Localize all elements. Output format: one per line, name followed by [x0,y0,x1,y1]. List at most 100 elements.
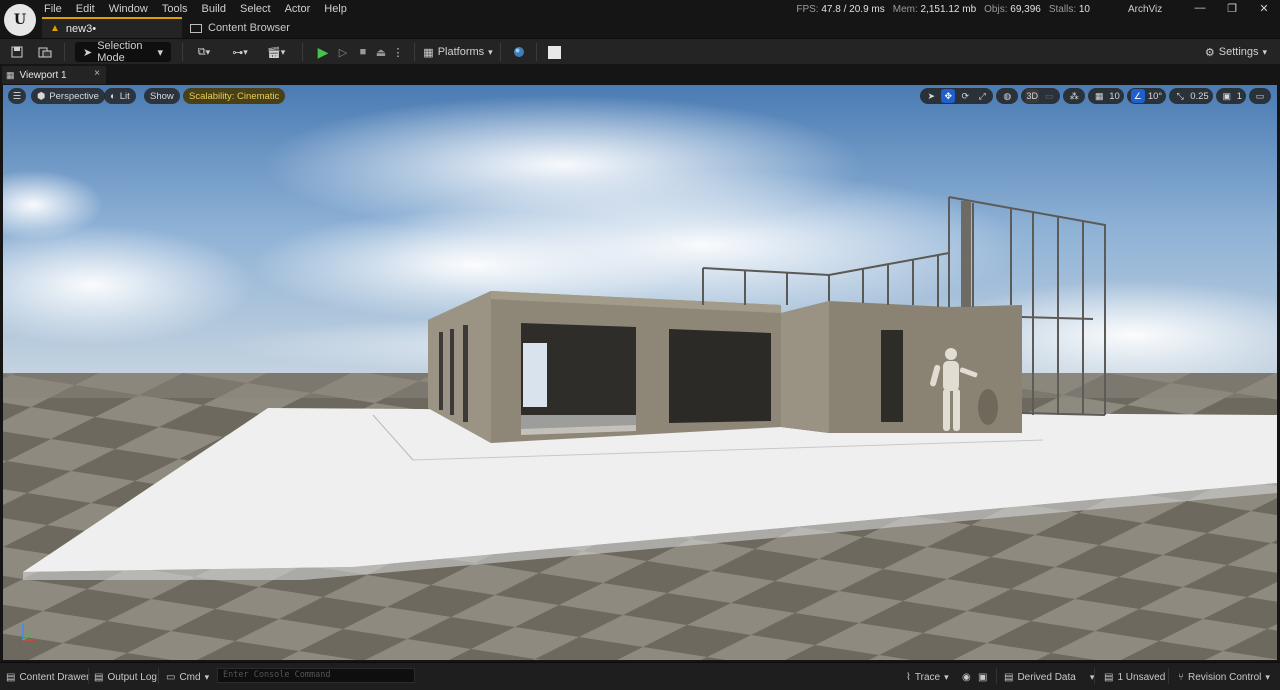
trace-dropdown[interactable]: ⌇ Trace ▾ [906,668,949,686]
select-icon[interactable]: ➤ [924,89,938,103]
title-bar: U File Edit Window Tools Build Select Ac… [0,0,1280,38]
fps-stat: FPS: 47.8 / 20.9 ms [796,4,885,15]
viewport-menu-icon[interactable]: ☰ [8,88,26,104]
gear-icon: ⚙ [1204,46,1215,59]
menu-edit[interactable]: Edit [76,2,104,16]
derived-data-label: Derived Data [1017,671,1076,683]
output-log-button[interactable]: ▤ Output Log [94,668,157,686]
white-square-icon[interactable] [545,42,563,62]
content-browser-tab[interactable]: Content Browser [186,17,290,38]
mode-3d-button[interactable]: 3D [1025,89,1040,103]
blueprint-icon: ⊶ [232,46,244,59]
menu-window[interactable]: Window [109,2,157,16]
menu-build[interactable]: Build [202,2,235,16]
viewport-tab[interactable]: ▦ Viewport 1 × [2,66,106,84]
cmd-dropdown[interactable]: ▭ Cmd ▾ [166,668,209,686]
unreal-logo-icon[interactable]: U [4,4,36,36]
drawer-icon: ▤ [6,671,16,683]
chevron-down-icon: ▾ [204,671,210,682]
menu-file[interactable]: File [44,2,71,16]
camera-speed-control[interactable]: ▣ 1 [1215,88,1246,104]
menu-help[interactable]: Help [324,2,356,16]
cube-icon: ⬢ [37,90,46,102]
cinematics-button[interactable]: 🎬︎ ▾ [262,42,290,62]
revision-control-label: Revision Control [1188,671,1262,683]
lit-label: Lit [119,90,130,102]
play-options-icon[interactable]: ⋮ [392,42,404,62]
blueprints-button[interactable]: ⊶ ▾ [226,42,254,62]
project-name: ArchViz [1128,4,1163,15]
world-local-toggle[interactable]: ◍ [996,88,1019,104]
level-viewport[interactable]: ☰ ⬢ Perspective ◐ Lit Show Scalability: … [3,85,1277,660]
globe-icon: ◍ [1003,90,1012,101]
main-menu: File Edit Window Tools Build Select Acto… [44,2,361,16]
unsaved-button[interactable]: ▤ 1 Unsaved [1104,668,1165,686]
sun-icon: ◐ [110,90,116,102]
camera-speed-value: 1 [1236,90,1242,102]
eject-icon[interactable]: ⏏ [372,42,390,62]
main-toolbar: ➤ Selection Mode ▾ ⧉ ▾ ⊶ ▾ 🎬︎ ▾ ▶ ▷ ■ ⏏ ⋮ ▦… [0,38,1280,64]
translate-icon[interactable]: ✥ [941,89,956,103]
menu-tools[interactable]: Tools [162,2,197,16]
level-icon: ▲ [50,23,60,34]
scalability-label: Scalability: Cinematic [189,90,280,102]
sphere-icon[interactable] [510,42,528,62]
maximize-icon[interactable]: ❐ [1216,0,1248,16]
lit-button[interactable]: ◐ Lit [104,88,136,104]
revision-control-dropdown[interactable]: ⑂ Revision Control ▾ [1178,668,1270,686]
rotate-icon[interactable]: ⟳ [958,89,972,103]
play-icon[interactable]: ▶ [314,42,332,62]
chevron-down-icon: ▾ [1262,46,1268,57]
close-tab-icon[interactable]: × [94,68,100,79]
trace-icon: ⌇ [906,671,911,683]
add-cube-icon: ⧉ [197,45,206,58]
close-icon[interactable]: ✕ [1248,0,1280,16]
menu-actor[interactable]: Actor [285,2,320,16]
menu-select[interactable]: Select [240,2,280,16]
settings-button[interactable]: ⚙ Settings ▾ [1204,42,1268,62]
save-icon[interactable] [8,42,26,62]
status-bar: ▤ Content Drawer ▤ Output Log ▭ Cmd ▾ En… [0,662,1280,690]
toolbar-separator [414,43,415,61]
grid-icon: ▦ [1094,90,1104,101]
chevron-down-icon: ▾ [1265,671,1270,682]
browse-icon[interactable] [36,42,54,62]
platforms-icon: ▦ [423,46,434,59]
surface-snap-toggle[interactable]: ⁂ [1063,88,1086,104]
screenshot-icon[interactable]: ▣ [978,668,987,686]
output-log-label: Output Log [107,671,157,683]
record-icon[interactable]: ◉ [962,668,971,686]
platforms-dropdown[interactable]: ▦ Platforms ▾ [423,42,492,62]
scene-render [3,85,1277,660]
scale-snap-control[interactable]: ⤡ 0.25 [1169,88,1213,104]
scale-icon[interactable]: ⤢ [975,89,989,103]
derived-data-dropdown[interactable]: ▤ Derived Data ▾ [1004,668,1094,686]
perspective-button[interactable]: ⬢ Perspective [31,88,105,104]
scalability-badge[interactable]: Scalability: Cinematic [183,88,286,104]
camera-icon: ▣ [1222,90,1231,101]
level-tab[interactable]: ▲ new3• [42,17,182,38]
toolbar-separator [302,43,303,61]
terminal-icon: ▭ [166,671,176,683]
unsaved-icon: ▤ [1104,671,1114,683]
selection-mode-dropdown[interactable]: ➤ Selection Mode ▾ [75,40,171,64]
mode-2d-icon[interactable]: ▭ [1042,89,1056,103]
show-button[interactable]: Show [144,88,180,104]
chevron-down-icon: ▾ [157,46,163,59]
content-drawer-label: Content Drawer [19,671,90,683]
cmd-label: Cmd [179,671,201,683]
chevron-down-icon: ▾ [205,46,211,57]
maximize-viewport-button[interactable]: ▭ [1249,88,1271,104]
rotation-snap-control[interactable]: ∠ 10° [1126,88,1167,104]
scale-snap-icon: ⤡ [1176,90,1184,101]
cursor-icon: ➤ [83,46,93,59]
step-icon[interactable]: ▷ [334,42,352,62]
perspective-label: Perspective [49,90,99,102]
grid-snap-value: 10 [1109,90,1120,102]
console-command-input[interactable]: Enter Console Command [217,668,415,683]
stop-icon[interactable]: ■ [354,42,372,62]
grid-snap-control[interactable]: ▦ 10 [1088,88,1124,104]
add-actor-button[interactable]: ⧉ ▾ [190,42,218,62]
minimize-icon[interactable]: — [1184,0,1216,16]
content-drawer-button[interactable]: ▤ Content Drawer [6,668,89,686]
